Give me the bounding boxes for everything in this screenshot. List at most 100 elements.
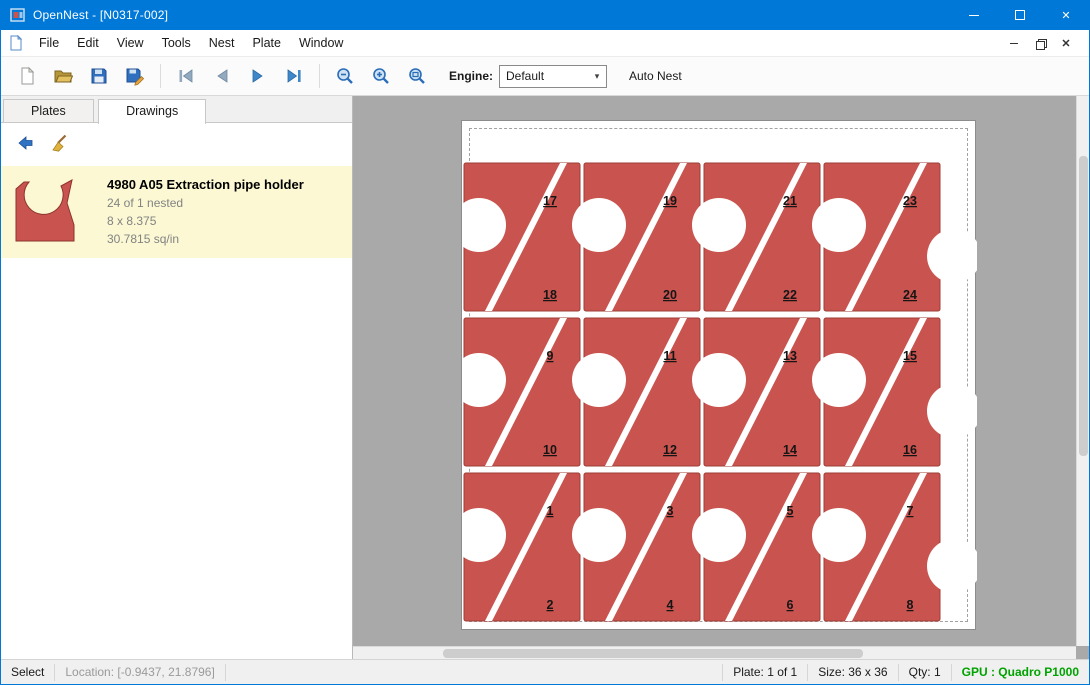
status-mode: Select [1,664,55,681]
save-edit-button[interactable] [117,60,153,92]
mdi-minimize-button[interactable] [1001,33,1027,53]
status-qty: Qty: 1 [898,664,951,681]
clean-button[interactable] [46,130,73,156]
save-button[interactable] [81,60,117,92]
plate: 17 18 19 20 21 22 23 24 9 10 11 12 13 14… [461,120,976,630]
mdi-document-icon [8,35,24,51]
tab-plates[interactable]: Plates [3,99,94,122]
part-number: 15 [903,349,917,363]
part-number: 1 [547,504,554,518]
engine-label: Engine: [449,69,493,83]
part-thumbnail-icon [13,179,79,245]
drawing-list-item[interactable]: 4980 A05 Extraction pipe holder 24 of 1 … [1,166,352,258]
drawing-info: 4980 A05 Extraction pipe holder 24 of 1 … [107,175,304,248]
mdi-restore-button[interactable] [1027,33,1053,53]
vertical-scrollbar[interactable] [1076,96,1089,646]
nav-first-button[interactable] [168,60,204,92]
new-file-icon [17,66,37,86]
sidebar-toolbar [1,123,352,162]
zoom-in-button[interactable] [363,60,399,92]
menu-item-plate[interactable]: Plate [243,31,290,55]
nav-last-icon [284,66,304,86]
zoom-out-button[interactable] [327,60,363,92]
minimize-button[interactable] [951,0,997,30]
mdi-minimize-icon [1010,43,1018,44]
mdi-restore-icon [1036,39,1045,48]
menu-item-view[interactable]: View [108,31,153,55]
nest-svg: 17 18 19 20 21 22 23 24 9 10 11 12 13 14… [462,121,977,631]
import-drawing-button[interactable] [11,130,38,156]
part-pair [812,318,940,466]
window-title: OpenNest - [N0317-002] [33,8,168,22]
status-size: Size: 36 x 36 [807,664,897,681]
part-number: 13 [783,349,797,363]
auto-nest-button[interactable]: Auto Nest [623,65,688,87]
part-pair [462,163,580,311]
broom-icon [50,133,70,153]
menu-bar: File Edit View Tools Nest Plate Window ✕ [1,30,1089,57]
nav-next-icon [248,66,268,86]
maximize-icon [1015,10,1025,20]
nav-first-icon [176,66,196,86]
new-file-button[interactable] [9,60,45,92]
part-number: 9 [547,349,554,363]
sidebar-tabstrip: Plates Drawings [1,96,352,123]
minimize-icon [969,15,979,16]
part-number: 5 [787,504,794,518]
mdi-close-icon: ✕ [1061,37,1070,50]
part-number: 12 [663,443,677,457]
app-icon [10,7,26,23]
part-pair [462,318,580,466]
part-number: 4 [667,598,674,612]
sidebar: Plates Drawings [1,96,353,659]
part-pair [692,163,820,311]
part-pair [812,473,940,621]
part-pair [692,473,820,621]
maximize-button[interactable] [997,0,1043,30]
mdi-close-button[interactable]: ✕ [1053,33,1079,53]
horizontal-scrollbar-thumb[interactable] [443,649,863,658]
menu-item-nest[interactable]: Nest [200,31,244,55]
menu-item-edit[interactable]: Edit [68,31,108,55]
menu-item-window[interactable]: Window [290,31,352,55]
zoom-fit-icon [407,66,427,86]
zoom-out-icon [335,66,355,86]
status-plate: Plate: 1 of 1 [722,664,807,681]
nest-canvas[interactable]: 17 18 19 20 21 22 23 24 9 10 11 12 13 14… [353,96,1089,659]
part-number: 21 [783,194,797,208]
part-number: 18 [543,288,557,302]
part-pair [462,473,580,621]
import-icon [15,133,35,153]
part-number: 24 [903,288,917,302]
nav-next-button[interactable] [240,60,276,92]
part-number: 17 [543,194,557,208]
engine-select[interactable]: Default ▾ [499,65,607,88]
nav-last-button[interactable] [276,60,312,92]
save-edit-icon [125,66,145,86]
close-button[interactable]: ✕ [1043,0,1089,30]
part-pair [572,163,700,311]
part-pair [692,318,820,466]
part-number: 2 [547,598,554,612]
main-region: Plates Drawings [1,96,1089,659]
nav-prev-button[interactable] [204,60,240,92]
vertical-scrollbar-thumb[interactable] [1079,156,1088,456]
menu-item-tools[interactable]: Tools [153,31,200,55]
part-number: 11 [663,349,676,363]
title-bar: OpenNest - [N0317-002] ✕ [1,0,1089,30]
drawing-area: 30.7815 sq/in [107,232,304,246]
part-pair [572,473,700,621]
menu-item-file[interactable]: File [30,31,68,55]
part-number: 10 [543,443,557,457]
chevron-down-icon: ▾ [588,71,606,82]
tab-drawings[interactable]: Drawings [98,99,206,124]
zoom-fit-button[interactable] [399,60,435,92]
part-number: 16 [903,443,917,457]
part-number: 19 [663,194,677,208]
status-location: Location: [-0.9437, 21.8796] [55,664,225,681]
part-number: 8 [907,598,914,612]
save-icon [89,66,109,86]
horizontal-scrollbar[interactable] [353,646,1076,659]
zoom-in-icon [371,66,391,86]
open-file-button[interactable] [45,60,81,92]
